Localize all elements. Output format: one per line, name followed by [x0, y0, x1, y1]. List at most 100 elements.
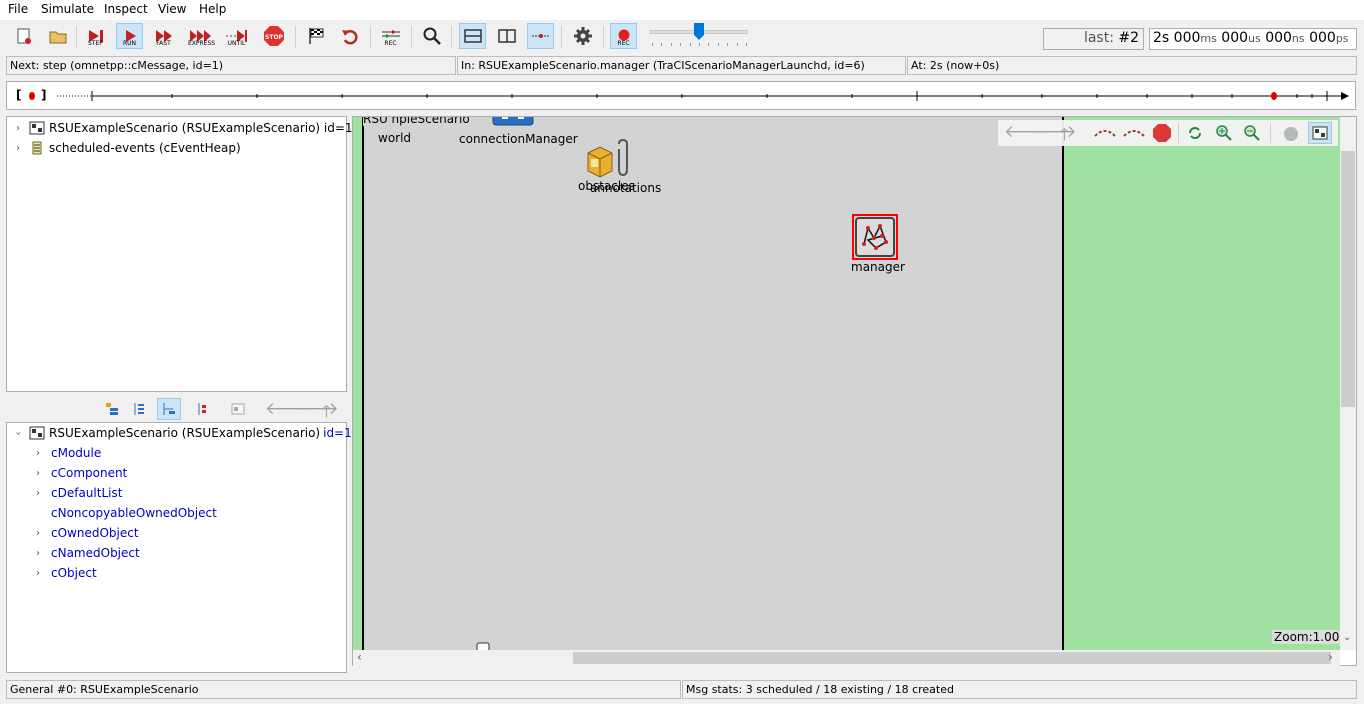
- video-rec-button[interactable]: REC: [610, 23, 637, 49]
- expand-arrow-icon[interactable]: ›: [31, 468, 45, 479]
- undo-icon: [341, 29, 358, 45]
- sim-time-display: 2s 000ms 000us 000ns 000ps: [1149, 28, 1357, 50]
- current-module-status: In: RSUExampleScenario.manager (TraCISce…: [457, 56, 906, 75]
- object-tree-pane[interactable]: › RSUExampleScenario (RSUExampleScenario…: [6, 116, 353, 392]
- preferences-button[interactable]: [569, 23, 596, 49]
- fast-button[interactable]: FAST: [150, 23, 177, 49]
- split-vertical-icon: [497, 29, 516, 43]
- checkered-flag-icon: [308, 28, 323, 44]
- manager-icon: [855, 217, 895, 257]
- annotations-icon[interactable]: [614, 139, 632, 179]
- tree-row-scheduled-events[interactable]: › scheduled-events (cEventHeap): [11, 139, 241, 157]
- class-list-item[interactable]: › cObject: [31, 564, 97, 582]
- expand-arrow-icon[interactable]: ›: [31, 488, 45, 499]
- step-button[interactable]: STEP: [82, 23, 109, 49]
- flat-view-icon[interactable]: [195, 401, 211, 417]
- speed-tick: [661, 43, 663, 46]
- timeline-icon: [531, 34, 550, 38]
- timeline[interactable]: [ ]: [6, 81, 1356, 110]
- refresh-icon[interactable]: [1186, 124, 1204, 142]
- node-icon[interactable]: [476, 642, 490, 650]
- speed-tick: [680, 43, 682, 46]
- toolbar-separator: [370, 26, 371, 48]
- menu-help[interactable]: Help: [199, 2, 226, 16]
- class-list-item[interactable]: › cOwnedObject: [31, 524, 139, 542]
- expand-arrow-icon[interactable]: ›: [31, 448, 45, 459]
- rebuild-button[interactable]: [336, 23, 363, 49]
- folder-icon: [49, 31, 66, 44]
- timeline-message-dot[interactable]: [29, 92, 35, 100]
- speed-slider-thumb[interactable]: [694, 23, 704, 41]
- collapse-arrow-icon[interactable]: ›: [13, 426, 24, 440]
- expand-arrow-icon[interactable]: ›: [11, 123, 25, 134]
- horizontal-layout-button[interactable]: [459, 23, 486, 49]
- expand-arrow-icon[interactable]: ›: [11, 143, 25, 154]
- horizontal-scrollbar-thumb[interactable]: [573, 652, 1331, 664]
- network-canvas[interactable]: RSU npleScenario world connectionManager…: [353, 117, 1340, 650]
- up-arrow-icon[interactable]: 🡑: [1060, 122, 1069, 151]
- connection-manager-label: connectionManager: [459, 132, 578, 146]
- forward-arrow-icon[interactable]: 🡒: [293, 399, 339, 419]
- menu-bar: File Simulate Inspect View Help: [0, 0, 1364, 20]
- menu-view[interactable]: View: [158, 2, 186, 16]
- scroll-right-arrow-icon[interactable]: ›: [1328, 650, 1333, 664]
- event-heap-icon: [32, 141, 42, 155]
- forward-arrow-icon[interactable]: 🡒: [1031, 122, 1077, 142]
- svg-text:STOP: STOP: [265, 34, 284, 41]
- run-button[interactable]: RUN: [116, 23, 143, 49]
- menu-inspect[interactable]: Inspect: [104, 2, 148, 16]
- speed-tick: [670, 43, 672, 46]
- class-list-item[interactable]: › cComponent: [31, 464, 127, 482]
- class-list-item[interactable]: › cModule: [31, 444, 101, 462]
- group-by-package-icon[interactable]: [104, 401, 120, 417]
- inspector-toolbar: 🡐 🡒 🡑: [100, 398, 348, 422]
- speed-tick: [727, 43, 729, 46]
- scroll-left-arrow-icon[interactable]: ‹: [357, 650, 362, 664]
- stop-button[interactable]: STOP: [260, 23, 287, 49]
- finish-button[interactable]: [302, 23, 329, 49]
- class-list-item[interactable]: › cNamedObject: [31, 544, 140, 562]
- module-icon: [29, 121, 45, 135]
- tree-row-network[interactable]: › RSUExampleScenario (RSUExampleScenario…: [11, 119, 353, 137]
- open-inspector-icon[interactable]: [230, 401, 246, 417]
- class-list-item[interactable]: cNoncopyableOwnedObject: [31, 504, 217, 522]
- class-list-label: cDefaultList: [51, 486, 123, 500]
- module-settings-icon[interactable]: [1282, 125, 1300, 143]
- animation-layer-icon[interactable]: [1093, 126, 1117, 140]
- toolbar-separator: [1178, 123, 1179, 143]
- until-button[interactable]: UNTIL: [223, 23, 250, 49]
- zoom-out-icon[interactable]: [1242, 123, 1262, 143]
- class-list-label: cNoncopyableOwnedObject: [51, 506, 217, 520]
- expand-arrow-icon[interactable]: ›: [31, 528, 45, 539]
- vertical-scrollbar-thumb[interactable]: [1341, 151, 1355, 407]
- connection-manager-icon[interactable]: [492, 117, 534, 129]
- scroll-down-arrow-icon[interactable]: ⌄: [1343, 632, 1351, 643]
- inheritance-view-icon[interactable]: [131, 401, 147, 417]
- new-run-button[interactable]: [10, 23, 37, 49]
- canvas-mode-button[interactable]: [1308, 122, 1332, 144]
- world-label: world: [378, 131, 412, 145]
- object-inspector-pane[interactable]: › RSUExampleScenario (RSUExampleScenario…: [6, 422, 352, 673]
- express-button[interactable]: EXPRESS: [187, 23, 215, 49]
- inspector-root-row[interactable]: › RSUExampleScenario (RSUExampleScenario…: [11, 424, 352, 442]
- expand-arrow-icon[interactable]: ›: [31, 568, 45, 579]
- menu-file[interactable]: File: [8, 2, 28, 16]
- canvas-horizontal-scrollbar[interactable]: ‹ ›: [353, 650, 1340, 666]
- expand-arrow-icon[interactable]: ›: [31, 548, 45, 559]
- manager-module[interactable]: [852, 214, 898, 260]
- load-ned-button[interactable]: [44, 23, 71, 49]
- speed-slider-ticks: [652, 43, 747, 46]
- canvas-vertical-scrollbar[interactable]: ⌄: [1340, 117, 1356, 650]
- animation-step-icon[interactable]: [1122, 126, 1146, 140]
- speed-tick: [652, 43, 653, 46]
- stop-icon[interactable]: [1152, 123, 1172, 143]
- vertical-layout-button[interactable]: [493, 23, 520, 49]
- class-list-label: cComponent: [51, 466, 128, 480]
- class-list-item[interactable]: › cDefaultList: [31, 484, 122, 502]
- event-log-rec-button[interactable]: REC: [377, 23, 404, 49]
- find-button[interactable]: [418, 23, 445, 49]
- zoom-in-icon[interactable]: [1214, 123, 1234, 143]
- menu-simulate[interactable]: Simulate: [41, 2, 94, 16]
- children-view-button[interactable]: [157, 398, 181, 420]
- timeline-toggle-button[interactable]: [527, 23, 554, 49]
